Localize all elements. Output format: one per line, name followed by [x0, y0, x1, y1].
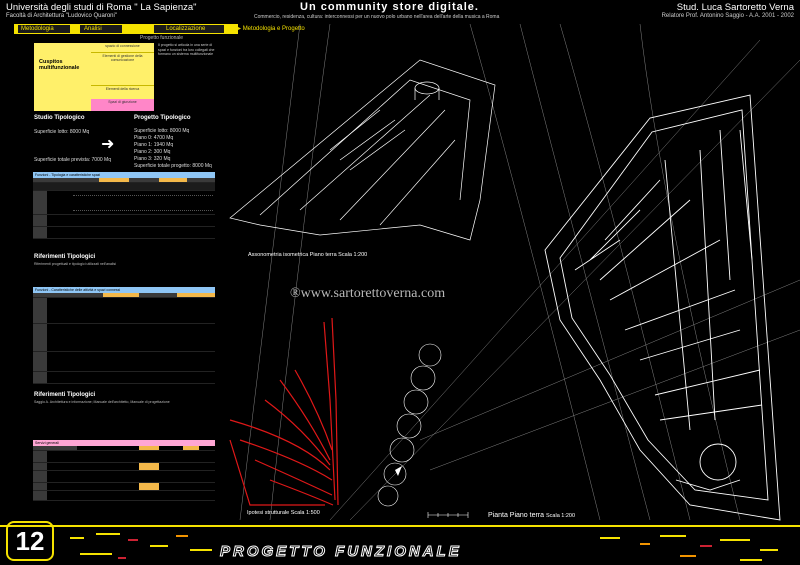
- ground-floor-plan: [544, 94, 781, 521]
- architectural-drawings: [229, 23, 800, 521]
- structural-hypothesis: [229, 317, 339, 506]
- axon-caption: Assonometria isometrica Piano terra Scal…: [248, 252, 368, 258]
- north-marker: [395, 466, 402, 476]
- page-number: 12: [6, 521, 54, 561]
- axonometric-drawing: [229, 59, 496, 241]
- footer-yellow-line: [0, 525, 800, 527]
- spiral-circles: [377, 343, 442, 507]
- footer: 12 PROGETTO FUNZIONALE: [0, 515, 800, 565]
- page-title: PROGETTO FUNZIONALE: [220, 543, 462, 561]
- site-context-lines: [239, 23, 800, 521]
- watermark: ®www.sartorettoverna.com: [290, 286, 446, 301]
